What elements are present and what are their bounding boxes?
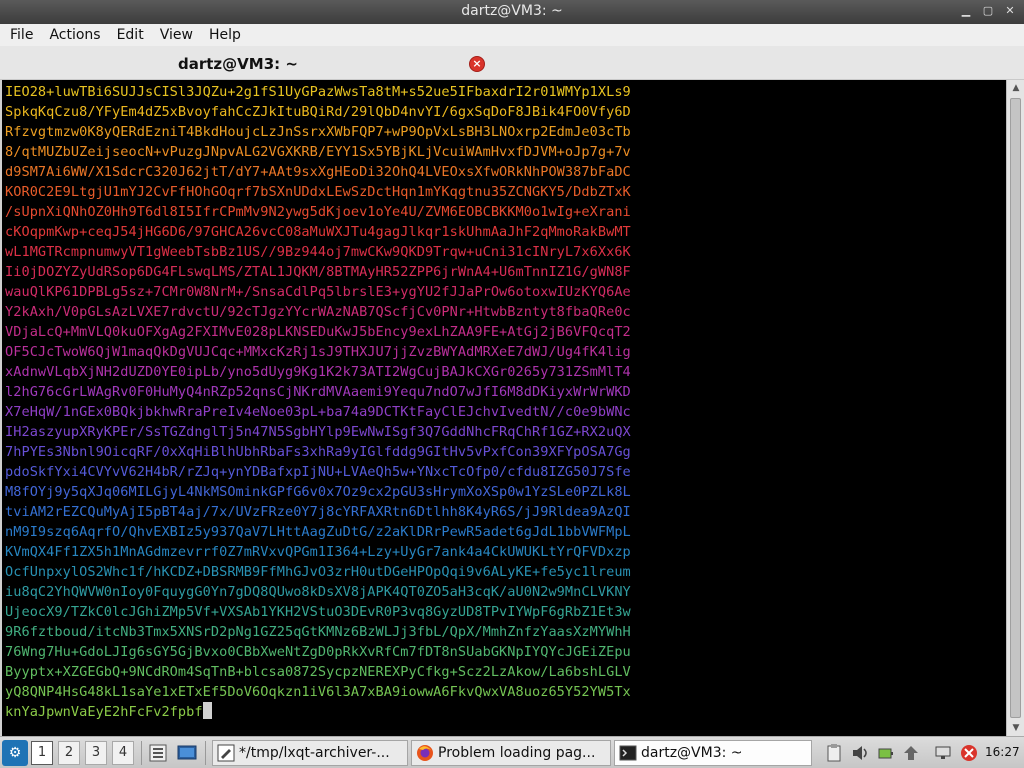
- taskbar-separator: [205, 741, 206, 765]
- terminal-line: Ii0jDOZYZyUdRSop6DG4FLswqLMS/ZTAL1JQKM/8…: [5, 264, 631, 280]
- tab-close-icon[interactable]: ×: [469, 56, 485, 72]
- task-label: Problem loading pag...: [438, 745, 596, 761]
- terminal-line: UjeocX9/TZkC0lcJGhiZMp5Vf+VXSAb1YKH2VStu…: [5, 604, 631, 620]
- task-terminal[interactable]: dartz@VM3: ~: [614, 740, 812, 766]
- terminal-line: IEO28+luwTBi6SUJJsCISl3JQZu+2g1fS1UyGPaz…: [5, 84, 631, 100]
- terminal-line: nM9I9szq6AqrfO/QhvEXBIz5y937QaV7LHttAagZ…: [5, 524, 631, 540]
- window-title: dartz@VM3: ~: [461, 3, 563, 19]
- tab-label: dartz@VM3: ~: [178, 55, 298, 73]
- terminal-cursor: [202, 702, 212, 719]
- text-editor-icon: [217, 744, 235, 762]
- menu-help[interactable]: Help: [203, 27, 247, 43]
- terminal-tab[interactable]: dartz@VM3: ~ ×: [170, 50, 500, 78]
- scrollbar-thumb[interactable]: [1010, 98, 1021, 718]
- clipboard-icon[interactable]: [824, 743, 844, 763]
- taskbar-separator: [141, 741, 142, 765]
- desktop-2-button[interactable]: 2: [58, 741, 80, 765]
- taskbar: ⚙ 1 2 3 4 */tmp/lxqt-archiver-... Proble…: [0, 736, 1024, 768]
- terminal-line: pdoSkfYxi4CVYvV62H4bR/rZJq+ynYDBafxpIjNU…: [5, 464, 631, 480]
- error-notification-icon[interactable]: [959, 743, 979, 763]
- terminal-line: VDjaLcQ+MmVLQ0kuOFXgAg2FXIMvE028pLKNSEDu…: [5, 324, 631, 340]
- terminal-icon: [619, 745, 637, 761]
- desktop-4-button[interactable]: 4: [112, 741, 134, 765]
- show-desktop-icon[interactable]: [176, 742, 198, 764]
- terminal-line: Byyptx+XZGEGbQ+9NCdROm4SqTnB+blcsa0872Sy…: [5, 664, 631, 680]
- task-browser[interactable]: Problem loading pag...: [411, 740, 611, 766]
- scroll-down-icon[interactable]: ▼: [1007, 720, 1024, 736]
- terminal-line: Y2kAxh/V0pGLsAzLVXE7rdvctU/92cTJgzYYcrWA…: [5, 304, 631, 320]
- terminal-line: KVmQX4Ff1ZX5h1MnAGdmzevrrf0Z7mRVxvQPGm1I…: [5, 544, 631, 560]
- desktop-1-button[interactable]: 1: [31, 741, 53, 765]
- task-archiver[interactable]: */tmp/lxqt-archiver-...: [212, 740, 408, 766]
- tab-bar: dartz@VM3: ~ ×: [0, 46, 1024, 80]
- menu-view[interactable]: View: [154, 27, 199, 43]
- menu-actions[interactable]: Actions: [43, 27, 106, 43]
- volume-icon[interactable]: [850, 743, 870, 763]
- terminal-line: 76Wng7Hu+GdoLJIg6sGY5GjBvxo0CBbXweNtZgD0…: [5, 644, 631, 660]
- terminal-line: tviAM2rEZCQuMyAjI5pBT4aj/7x/UVzFRze0Y7j8…: [5, 504, 631, 520]
- power-icon[interactable]: [876, 743, 896, 763]
- terminal-line: knYaJpwnVaEyE2hFcFv2fpbf: [5, 702, 631, 722]
- terminal-line: l2hG76cGrLWAgRv0F0HuMyQ4nRZp52qnsCjNKrdM…: [5, 384, 631, 400]
- terminal-output[interactable]: IEO28+luwTBi6SUJJsCISl3JQZu+2g1fS1UyGPaz…: [0, 80, 1006, 736]
- terminal-line: xAdnwVLqbXjNH2dUZD0YE0ipLb/yno5dUyg9Kg1K…: [5, 364, 631, 380]
- terminal-line: d9SM7Ai6WW/X1SdcrC320J62jtT/dY7+AAt9sxXg…: [5, 164, 631, 180]
- start-menu-icon[interactable]: ⚙: [2, 740, 28, 766]
- terminal-line: IH2aszyupXRyKPEr/SsTGZdnglTj5n47N5SgbHYl…: [5, 424, 631, 440]
- maximize-icon[interactable]: ▢: [982, 5, 994, 17]
- terminal-line: OF5CJcTwoW6QjW1maqQkDgVUJCqc+MMxcKzRj1sJ…: [5, 344, 631, 360]
- terminal-line: 9R6fztboud/itcNb3Tmx5XNSrD2pNg1GZ25qGtKM…: [5, 624, 631, 640]
- terminal-scrollbar[interactable]: ▲ ▼: [1006, 80, 1024, 736]
- terminal-line: wL1MGTRcmpnumwyVT1gWeebTsbBz1US//9Bz944o…: [5, 244, 631, 260]
- menu-file[interactable]: File: [4, 27, 39, 43]
- task-label: dartz@VM3: ~: [641, 745, 743, 761]
- terminal-line: OcfUnpxylOS2Whc1f/hKCDZ+DBSRMB9FfMhGJvO3…: [5, 564, 631, 580]
- terminal-line: cKOqpmKwp+ceqJ54jHG6D6/97GHCA26vcC08aMuW…: [5, 224, 631, 240]
- menu-bar: File Actions Edit View Help: [0, 24, 1024, 46]
- network-icon[interactable]: [933, 743, 953, 763]
- file-manager-icon[interactable]: [147, 742, 169, 764]
- terminal-line: M8fOYj9y5qXJq06MILGjyL4NkMSOminkGPfG6v0x…: [5, 484, 631, 500]
- terminal-line: iu8qC2YhQWVW0nIoy0FquygG0Yn7gDQ8QUwo8kDs…: [5, 584, 631, 600]
- terminal-line: X7eHqW/1nGEx0BQkjbkhwRraPreIv4eNoe03pL+b…: [5, 404, 631, 420]
- terminal-line: 7hPYEs3Nbnl9OicqRF/0xXqHiBlhUbhRbaFs3xhR…: [5, 444, 631, 460]
- minimize-icon[interactable]: ▁: [960, 5, 972, 17]
- desktop-3-button[interactable]: 3: [85, 741, 107, 765]
- close-icon[interactable]: ✕: [1004, 5, 1016, 17]
- window-titlebar[interactable]: dartz@VM3: ~ ▁ ▢ ✕: [0, 0, 1024, 24]
- terminal-line: wauQlKP61DPBLg5sz+7CMr0W8NrM+/SnsaCdlPq5…: [5, 284, 631, 300]
- scroll-up-icon[interactable]: ▲: [1007, 80, 1024, 96]
- firefox-icon: [417, 745, 433, 761]
- terminal-line: Rfzvgtmzw0K8yQERdEzniT4BkdHoujcLzJnSsrxX…: [5, 124, 631, 140]
- terminal-line: 8/qtMUZbUZeijseocN+vPuzgJNpvALG2VGXKRB/E…: [5, 144, 631, 160]
- update-icon[interactable]: [901, 743, 921, 763]
- terminal-line: SpkqKqCzu8/YFyEm4dZ5xBvoyfahCcZJkItuBQiR…: [5, 104, 631, 120]
- terminal-line: KOR0C2E9LtgjU1mYJ2CvFfHOhGOqrf7bSXnUDdxL…: [5, 184, 631, 200]
- menu-edit[interactable]: Edit: [111, 27, 150, 43]
- task-label: */tmp/lxqt-archiver-...: [239, 745, 390, 761]
- clock[interactable]: 16:27: [985, 745, 1020, 759]
- terminal-line: /sUpnXiQNhOZ0Hh9T6dl8I5IfrCPmMv9N2ywg5dK…: [5, 204, 631, 220]
- terminal-line: yQ8QNP4HsG48kL1saYe1xETxEf5DoV6Oqkzn1iV6…: [5, 684, 631, 700]
